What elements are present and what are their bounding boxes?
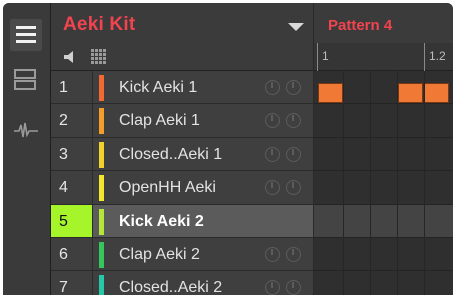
sound-row[interactable]: 2 Clap Aeki 1: [51, 104, 313, 138]
maschine-window: Aeki Kit 1 Kick Aeki 1 2 Clap Aeki 1 3 C…: [3, 3, 453, 295]
grid-row: [314, 171, 453, 205]
knob-icon[interactable]: [286, 246, 301, 262]
sound-name: Clap Aeki 2: [119, 245, 200, 263]
grid-line: [370, 71, 371, 295]
pattern-grid[interactable]: [314, 71, 453, 295]
knob-icon[interactable]: [265, 246, 280, 262]
sound-name: Clap Aeki 1: [119, 112, 200, 130]
pattern-header[interactable]: Pattern 4: [314, 3, 453, 43]
speaker-icon[interactable]: [64, 51, 78, 63]
grid-row: [314, 71, 453, 105]
knob-icon[interactable]: [286, 213, 301, 229]
sound-color-strip: [99, 175, 104, 202]
sound-color-strip: [99, 75, 104, 101]
knob-icon[interactable]: [265, 280, 280, 295]
sound-color-strip: [99, 275, 104, 295]
sound-number: 2: [51, 104, 93, 137]
knob-icon[interactable]: [286, 113, 301, 129]
grid-row-selected: [314, 204, 453, 238]
left-toolbar: [3, 3, 51, 295]
grid-line: [424, 71, 425, 295]
knob-icon[interactable]: [265, 213, 280, 229]
sound-row-selected[interactable]: 5 Kick Aeki 2: [51, 204, 313, 238]
sound-number: 3: [51, 137, 93, 171]
sound-row[interactable]: 6 Clap Aeki 2: [51, 237, 313, 272]
knob-icon[interactable]: [286, 180, 301, 196]
sound-number: 5: [51, 204, 93, 237]
group-title: Aeki Kit: [63, 14, 136, 35]
sound-name: Kick Aeki 1: [119, 79, 198, 96]
grid-row: [314, 138, 453, 172]
sound-color-strip: [99, 141, 104, 168]
group-header[interactable]: Aeki Kit: [51, 3, 313, 43]
knob-icon[interactable]: [265, 113, 280, 129]
grid-line: [343, 71, 344, 295]
timeline-ruler[interactable]: 1 1.2: [314, 43, 453, 71]
sound-name: Closed..Aeki 2: [119, 279, 223, 295]
knob-icon[interactable]: [265, 180, 280, 196]
sound-row[interactable]: 4 OpenHH Aeki: [51, 171, 313, 205]
knob-icon[interactable]: [265, 80, 280, 95]
sound-row[interactable]: 1 Kick Aeki 1: [51, 71, 313, 105]
waveform-icon[interactable]: [10, 115, 42, 147]
grid-row: [314, 271, 453, 295]
sound-color-strip: [99, 241, 104, 268]
sound-name: Kick Aeki 2: [119, 212, 204, 230]
sound-number: 1: [51, 71, 93, 104]
grid-line: [397, 71, 398, 295]
bar-tick: [317, 43, 318, 71]
note-event[interactable]: [318, 83, 343, 103]
sound-name: Closed..Aeki 1: [119, 145, 223, 163]
sound-number: 4: [51, 171, 93, 204]
sound-color-strip: [99, 108, 104, 135]
pattern-title: Pattern 4: [328, 17, 393, 34]
grid-row: [314, 238, 453, 272]
knob-icon[interactable]: [265, 146, 280, 162]
sound-name: OpenHH Aeki: [119, 179, 216, 197]
grid-row: [314, 104, 453, 138]
note-event[interactable]: [424, 83, 449, 103]
sound-list: 1 Kick Aeki 1 2 Clap Aeki 1 3 Closed..Ae…: [51, 71, 313, 295]
note-event[interactable]: [398, 83, 423, 103]
sound-row[interactable]: 3 Closed..Aeki 1: [51, 137, 313, 172]
knob-icon[interactable]: [286, 280, 301, 295]
grid-icon[interactable]: [91, 49, 106, 64]
bar-label: 1: [322, 49, 329, 63]
sound-number: 6: [51, 237, 93, 271]
knob-icon[interactable]: [286, 80, 301, 95]
chevron-down-icon[interactable]: [288, 23, 304, 31]
sound-number: 7: [51, 271, 93, 295]
sound-color-strip: [99, 208, 104, 235]
mixer-icon[interactable]: [10, 65, 42, 97]
bar-label: 1.2: [429, 49, 446, 63]
menu-icon[interactable]: [10, 19, 42, 51]
bar-tick: [424, 43, 425, 71]
knob-icon[interactable]: [286, 146, 301, 162]
sound-list-header: [51, 43, 313, 71]
sound-row[interactable]: 7 Closed..Aeki 2: [51, 271, 313, 295]
